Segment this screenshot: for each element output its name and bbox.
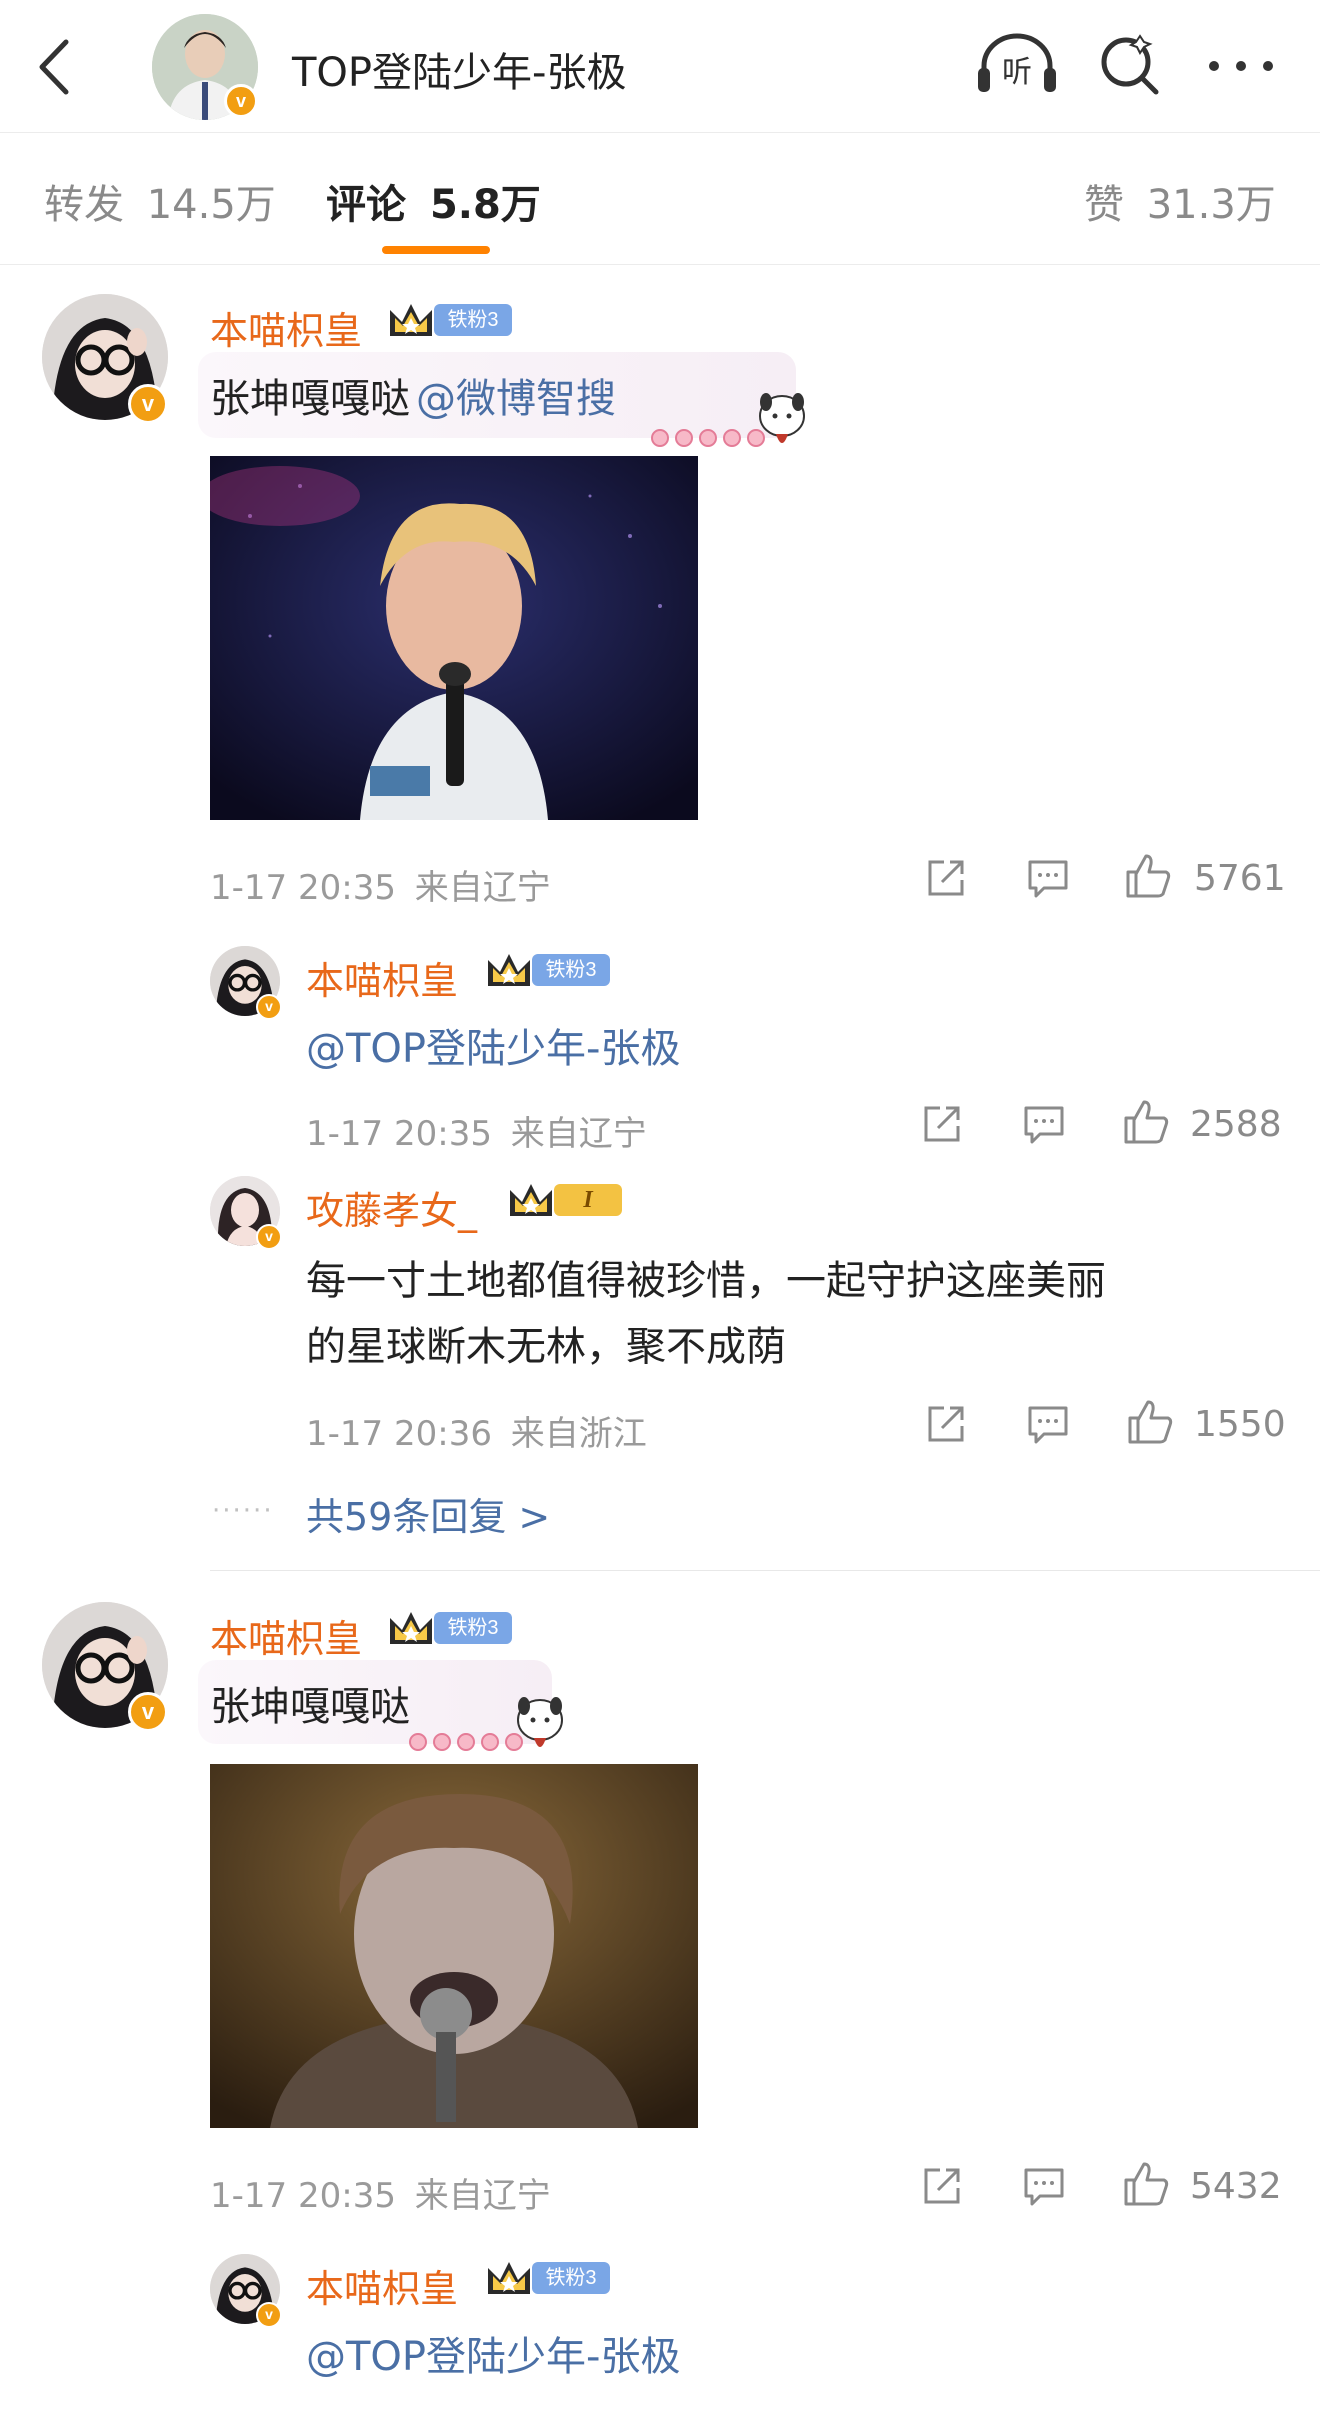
reply-text-line2: 的星球断木无林，聚不成荫	[306, 1324, 786, 1370]
tab-repost-count: 14.5万	[146, 182, 276, 228]
comment-divider	[210, 1570, 1320, 1571]
share-icon[interactable]	[920, 1102, 964, 1146]
comment-location: 来自辽宁	[414, 2176, 551, 2216]
comment-text: 张坤嘎嘎哒	[210, 1684, 410, 1730]
verified-badge-icon: v	[128, 384, 168, 424]
share-icon[interactable]	[920, 2164, 964, 2208]
like-thumb-icon[interactable]	[1122, 1098, 1170, 1146]
page-title: TOP登陆少年-张极	[292, 50, 627, 96]
tab-comment-count: 5.8万	[429, 182, 541, 228]
crown-icon	[390, 304, 432, 336]
reply-text-line1: 每一寸土地都值得被珍惜，一起守护这座美丽	[306, 1258, 1106, 1304]
reply-text[interactable]: @TOP登陆少年-张极	[306, 2324, 680, 2382]
reply-text[interactable]: @TOP登陆少年-张极	[306, 1016, 680, 1074]
comment-time: 1-17 20:35	[210, 2176, 396, 2216]
comment-meta: 1-17 20:35 来自辽宁	[210, 2168, 551, 2217]
reply-username[interactable]: 本喵枳皇	[306, 950, 458, 1005]
like-thumb-icon[interactable]	[1122, 2160, 1170, 2208]
verified-badge-icon: v	[256, 1224, 282, 1250]
tab-repost[interactable]: 转发 14.5万	[44, 172, 276, 230]
share-icon[interactable]	[924, 856, 968, 900]
tab-bar: 转发 14.5万 评论 5.8万 赞 31.3万	[0, 132, 1320, 265]
comment-image[interactable]	[210, 1764, 698, 2128]
bubble-decoration-icon	[651, 393, 805, 447]
share-icon[interactable]	[924, 1402, 968, 1446]
svg-text:听: 听	[1002, 55, 1032, 90]
comment-location: 来自辽宁	[414, 868, 551, 908]
reply-username[interactable]: 本喵枳皇	[306, 2258, 458, 2313]
comment-text-body: 张坤嘎嘎哒	[210, 376, 410, 422]
verified-badge-icon: v	[128, 1692, 168, 1732]
comment-username[interactable]: 本喵枳皇	[210, 300, 362, 355]
verified-badge-icon: v	[224, 84, 258, 118]
crown-icon	[488, 2262, 530, 2294]
crown-icon	[488, 954, 530, 986]
bubble-decoration-icon	[409, 1697, 563, 1751]
headphone-listen-icon[interactable]: 听	[976, 32, 1058, 98]
tab-like-label: 赞	[1084, 182, 1124, 228]
verified-badge-icon: v	[256, 994, 282, 1020]
reply-time: 1-17 20:36	[306, 1414, 492, 1454]
tab-repost-label: 转发	[44, 182, 124, 228]
verified-badge-icon: v	[256, 2302, 282, 2328]
view-more-replies-link[interactable]: 共59条回复 >	[306, 1486, 550, 1541]
fan-level-badge: 铁粉3	[532, 954, 610, 986]
tab-comment-label: 评论	[326, 182, 406, 228]
reply-location: 来自浙江	[510, 1414, 647, 1454]
reply-username[interactable]: 攻藤孝女_	[306, 1180, 477, 1235]
fan-level-badge: 铁粉3	[434, 1612, 512, 1644]
top-bar: v TOP登陆少年-张极 听	[0, 0, 1320, 133]
search-icon[interactable]	[1096, 32, 1164, 100]
more-icon[interactable]	[1206, 56, 1276, 76]
crown-icon	[390, 1612, 432, 1644]
back-arrow-icon[interactable]	[30, 36, 82, 98]
comment-icon[interactable]	[1022, 2164, 1066, 2208]
crown-icon	[510, 1184, 552, 1216]
tab-like-count: 31.3万	[1146, 182, 1276, 228]
comment-icon[interactable]	[1026, 1402, 1070, 1446]
comment-meta: 1-17 20:35 来自辽宁	[210, 860, 551, 909]
comment-text: 张坤嘎嘎哒 @微博智搜	[210, 366, 616, 424]
tab-like[interactable]: 赞 31.3万	[1084, 172, 1276, 230]
fan-level-badge: 铁粉3	[434, 304, 512, 336]
like-thumb-icon[interactable]	[1126, 1398, 1174, 1446]
reply-time: 1-17 20:35	[306, 1114, 492, 1154]
like-thumb-icon[interactable]	[1124, 852, 1172, 900]
reply-dots-decoration: ······	[212, 1496, 274, 1526]
like-count: 5761	[1194, 858, 1286, 899]
reply-meta: 1-17 20:36 来自浙江	[306, 1406, 647, 1455]
like-count: 2588	[1190, 1104, 1282, 1145]
member-level-badge: I	[554, 1184, 622, 1216]
reply-location: 来自辽宁	[510, 1114, 647, 1154]
mention-link[interactable]: @微博智搜	[416, 376, 616, 422]
fan-level-badge: 铁粉3	[532, 2262, 610, 2294]
reply-meta: 1-17 20:35 来自辽宁	[306, 1106, 647, 1155]
like-count: 5432	[1190, 2166, 1282, 2207]
tab-comment[interactable]: 评论 5.8万	[326, 172, 541, 230]
comment-time: 1-17 20:35	[210, 868, 396, 908]
comment-icon[interactable]	[1022, 1102, 1066, 1146]
comment-icon[interactable]	[1026, 856, 1070, 900]
comment-username[interactable]: 本喵枳皇	[210, 1608, 362, 1663]
comment-image[interactable]	[210, 456, 698, 820]
like-count: 1550	[1194, 1404, 1286, 1445]
active-tab-indicator	[382, 246, 490, 254]
